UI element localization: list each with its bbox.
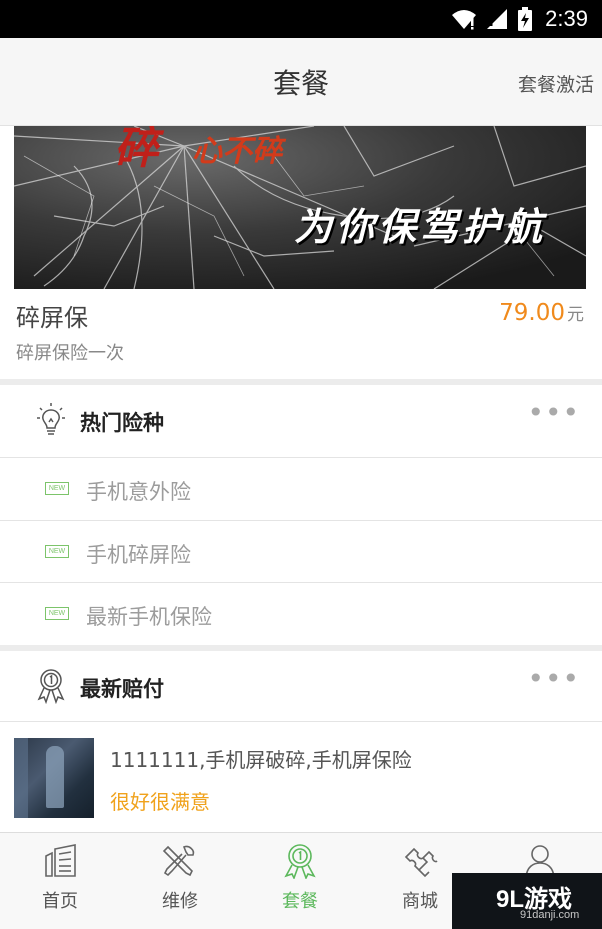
status-icons: 2:39 bbox=[451, 0, 588, 38]
lightbulb-icon bbox=[37, 403, 65, 435]
title-bar: 套餐 套餐激活 bbox=[0, 38, 602, 126]
plan-price-value: 79.00 bbox=[499, 300, 565, 326]
new-badge: NEW bbox=[45, 482, 69, 495]
activate-plan-button[interactable]: 套餐激活 bbox=[518, 70, 594, 97]
plan-price: 79.00 元 bbox=[499, 300, 584, 326]
hot-insurance-more-button[interactable]: ••• bbox=[527, 399, 580, 427]
plan-name[interactable]: 碎屏保 bbox=[16, 298, 88, 333]
claim-comment: 很好很满意 bbox=[110, 790, 210, 814]
award-ribbon-icon bbox=[37, 669, 65, 704]
plan-price-unit: 元 bbox=[567, 305, 584, 325]
hot-insurance-header: 热门险种 ••• bbox=[0, 385, 602, 457]
latest-claims-header: 最新赔付 ••• bbox=[0, 651, 602, 723]
signal-icon bbox=[487, 9, 508, 29]
status-bar: 2:39 bbox=[0, 0, 602, 38]
new-badge: NEW bbox=[45, 607, 69, 620]
status-time: 2:39 bbox=[545, 6, 588, 31]
latest-claims-more-button[interactable]: ••• bbox=[527, 665, 580, 693]
home-list-icon bbox=[45, 844, 76, 877]
tab-label: 维修 bbox=[162, 891, 198, 912]
hot-insurance-title: 热门险种 bbox=[80, 411, 164, 435]
list-item[interactable]: NEW 手机意外险 bbox=[0, 458, 602, 520]
tab-label: 套餐 bbox=[282, 891, 318, 912]
latest-claims-title: 最新赔付 bbox=[80, 677, 164, 701]
tab-repair[interactable]: 维修 bbox=[120, 833, 240, 929]
wifi-icon bbox=[452, 10, 477, 30]
new-badge: NEW bbox=[45, 545, 69, 558]
banner-slogan-large: 碎 bbox=[114, 126, 158, 174]
banner-slogan-main: 为你保驾护航 bbox=[294, 204, 547, 249]
battery-charging-icon bbox=[518, 7, 533, 31]
page-title: 套餐 bbox=[272, 67, 329, 100]
list-item[interactable]: NEW 手机碎屏险 bbox=[0, 521, 602, 583]
watermark-logo: 9L游戏 91danji.com bbox=[452, 873, 602, 929]
insurance-item-label: 手机碎屏险 bbox=[86, 543, 191, 567]
award-ribbon-icon bbox=[284, 844, 316, 879]
claim-item[interactable]: 1111111,手机屏破碎,手机屏保险 很好很满意 bbox=[0, 722, 602, 832]
list-item[interactable]: NEW 最新手机保险 bbox=[0, 583, 602, 645]
insurance-item-label: 最新手机保险 bbox=[86, 605, 212, 629]
plan-banner[interactable]: 碎 心不碎 为你保驾护航 bbox=[14, 126, 586, 289]
insurance-item-label: 手机意外险 bbox=[86, 480, 191, 504]
tab-label: 首页 bbox=[42, 891, 78, 912]
banner-slogan-small: 心不碎 bbox=[192, 134, 282, 169]
repair-tools-icon bbox=[162, 845, 195, 877]
claim-title: 1111111,手机屏破碎,手机屏保险 bbox=[110, 748, 412, 772]
tab-home[interactable]: 首页 bbox=[0, 833, 120, 929]
claim-thumbnail bbox=[14, 738, 94, 818]
puzzle-icon bbox=[404, 847, 438, 878]
plan-description: 碎屏保险一次 bbox=[16, 343, 124, 364]
watermark-url: 91danji.com bbox=[520, 909, 580, 921]
tab-plans[interactable]: 套餐 bbox=[240, 833, 360, 929]
